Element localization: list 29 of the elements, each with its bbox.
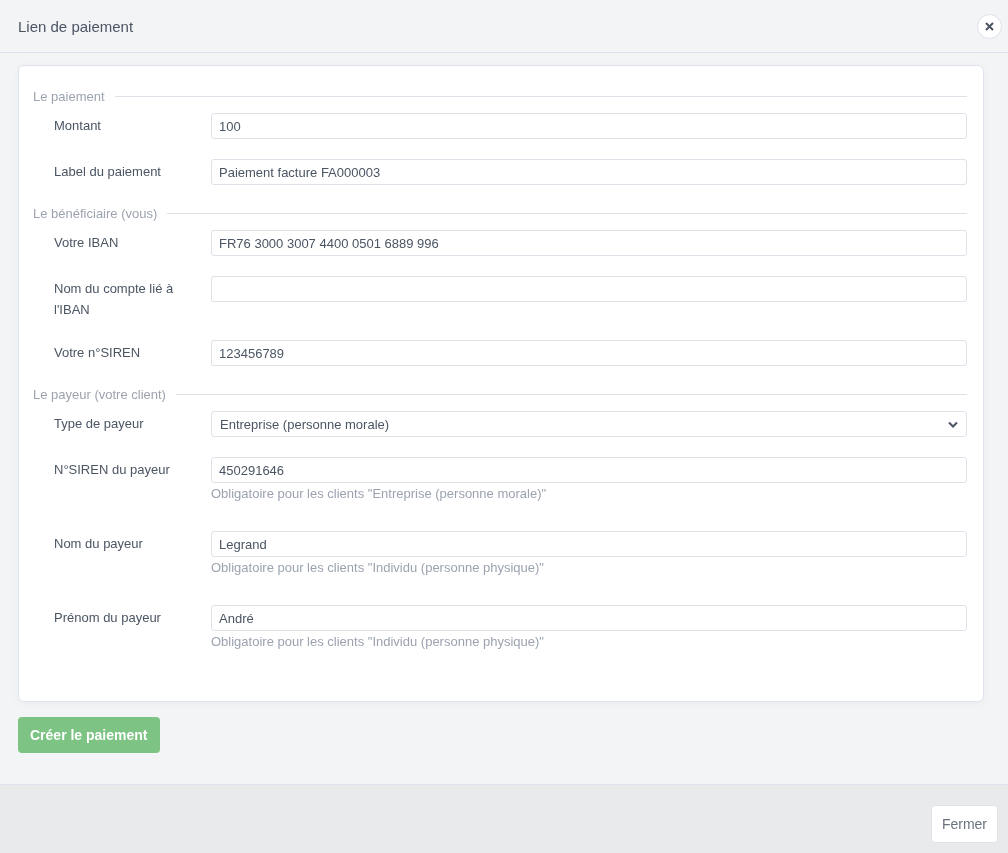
input-field[interactable]: 100: [211, 113, 967, 139]
field-label: Nom du payeur: [54, 535, 144, 553]
section-title: Le bénéficiaire (vous): [33, 205, 158, 221]
field-label: Type de payeur: [54, 415, 145, 433]
help-text: Obligatoire pour les clients "Individu (personne physique)": [211, 559, 545, 577]
dialog-title: Lien de paiement: [18, 17, 134, 35]
section-title: Le paiement: [33, 88, 105, 104]
field-label: Nom du compte lié à l'IBAN: [54, 280, 175, 319]
field-label: Montant: [54, 117, 102, 135]
input-field[interactable]: FR76 3000 3007 4400 0501 6889 996: [211, 230, 967, 256]
help-text: Obligatoire pour les clients "Entreprise (personne morale)": [211, 485, 548, 503]
chevron-down-icon: [948, 420, 958, 428]
field-label: Votre IBAN: [54, 234, 120, 252]
close-dialog-button[interactable]: Fermer: [930, 805, 998, 843]
payer-type-dropdown[interactable]: Entreprise (personne morale): [211, 411, 967, 437]
input-field[interactable]: Legrand: [211, 531, 967, 557]
input-field[interactable]: Paiement facture FA000003: [211, 159, 967, 185]
section-title: Le payeur (votre client): [33, 386, 166, 402]
close-button[interactable]: [977, 13, 1002, 39]
field-label: Prénom du payeur: [54, 609, 162, 627]
input-field[interactable]: André: [211, 605, 967, 631]
close-icon: [985, 21, 994, 31]
input-field[interactable]: 450291646: [211, 457, 967, 483]
help-text: Obligatoire pour les clients "Individu (personne physique)": [211, 633, 545, 651]
input-field[interactable]: [211, 276, 967, 302]
field-label: N°SIREN du payeur: [54, 461, 171, 479]
field-label: Label du paiement: [54, 163, 162, 181]
input-field[interactable]: 123456789: [211, 340, 967, 366]
field-label: Votre n°SIREN: [54, 344, 142, 362]
